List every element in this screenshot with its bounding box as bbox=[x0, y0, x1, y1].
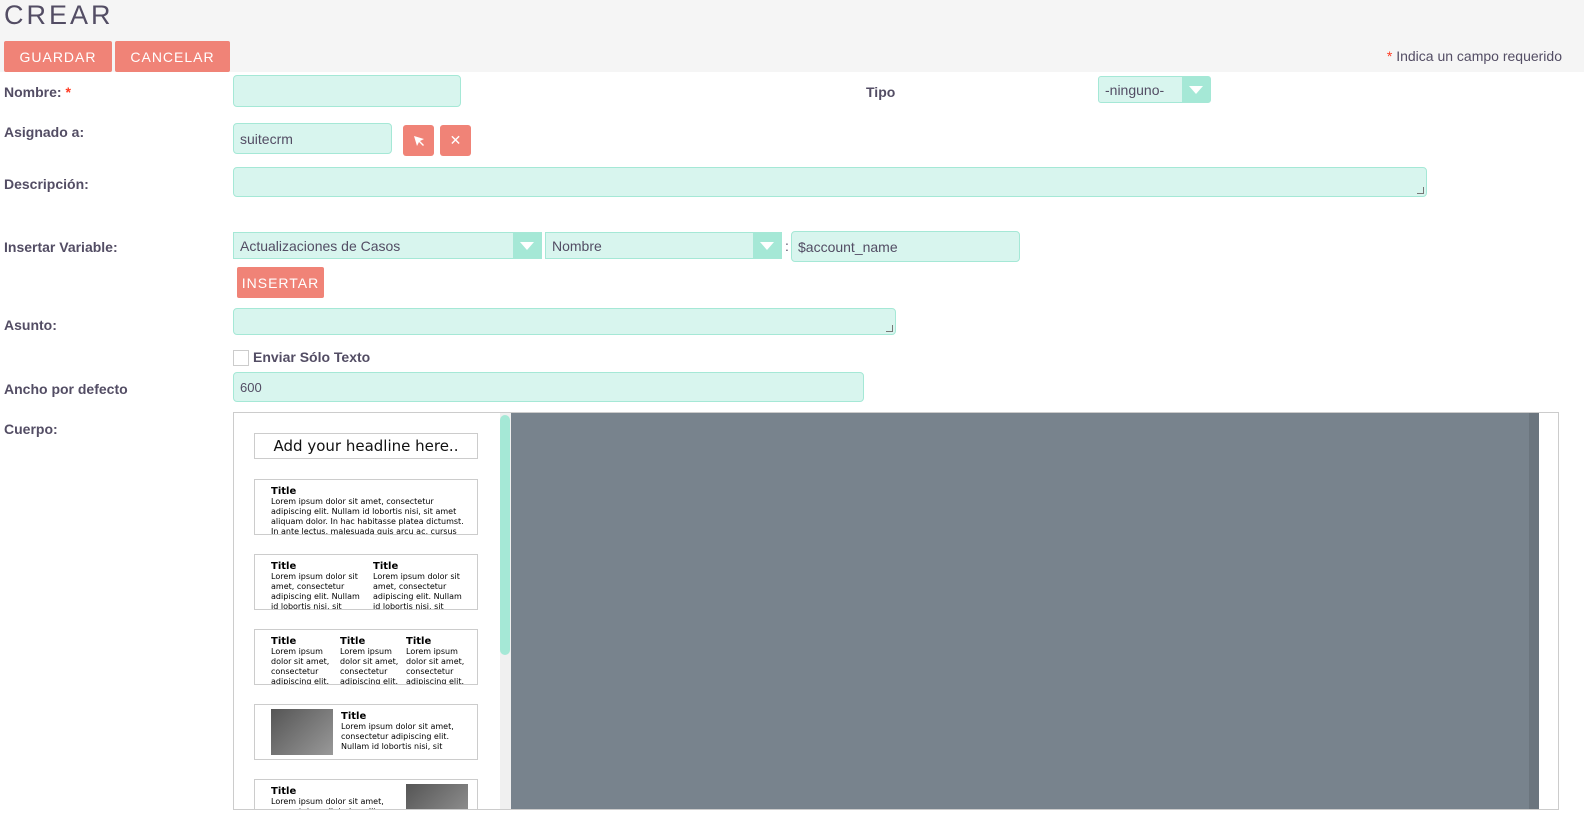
template-column: Title Lorem ipsum dolor sit amet, consec… bbox=[271, 486, 471, 535]
width-input[interactable]: 600 bbox=[233, 372, 864, 402]
template-two-columns[interactable]: Title Lorem ipsum dolor sit amet, consec… bbox=[254, 554, 478, 610]
subject-label: Asunto: bbox=[4, 317, 57, 333]
template-text: Lorem ipsum dolor sit amet, consectetur … bbox=[340, 647, 399, 685]
image-placeholder bbox=[406, 784, 468, 809]
text-only-checkbox[interactable] bbox=[233, 350, 249, 366]
name-required-star: * bbox=[65, 84, 71, 100]
subject-textarea[interactable] bbox=[233, 308, 896, 335]
insert-variable-label: Insertar Variable: bbox=[4, 239, 118, 255]
type-label: Tipo bbox=[866, 84, 896, 100]
template-title: Title bbox=[341, 711, 367, 722]
template-text: Lorem ipsum dolor sit amet, consectetur … bbox=[271, 572, 360, 610]
close-icon: ✕ bbox=[449, 132, 462, 148]
template-text: Lorem ipsum dolor sit amet, consectetur … bbox=[271, 497, 464, 535]
chevron-down-icon bbox=[513, 233, 541, 258]
required-note-text: Indica un campo requerido bbox=[1396, 48, 1562, 64]
module-select-value: Actualizaciones de Casos bbox=[240, 237, 401, 254]
template-title: Title bbox=[271, 786, 297, 797]
assigned-label: Asignado a: bbox=[4, 124, 85, 140]
image-placeholder bbox=[271, 709, 333, 755]
width-label: Ancho por defecto bbox=[4, 381, 128, 397]
chevron-down-icon bbox=[1182, 77, 1210, 102]
template-text: Lorem ipsum dolor sit amet, consectetur … bbox=[341, 722, 454, 751]
template-column: Title Lorem ipsum dolor sit amet, consec… bbox=[406, 636, 468, 685]
template-text: Lorem ipsum dolor sit amet, consectetur … bbox=[271, 647, 330, 685]
variable-input[interactable]: $account_name bbox=[791, 231, 1020, 262]
template-headline-text: Add your headline here.. bbox=[273, 437, 459, 455]
description-label: Descripción: bbox=[4, 176, 89, 192]
template-column: Title Lorem ipsum dolor sit amet, consec… bbox=[271, 636, 333, 685]
resize-handle-icon[interactable] bbox=[1417, 187, 1424, 194]
body-editor[interactable]: Add your headline here.. Title Lorem ips… bbox=[233, 412, 1559, 810]
template-text: Lorem ipsum dolor sit amet, consectetur … bbox=[373, 572, 462, 610]
assigned-input[interactable]: suitecrm bbox=[233, 123, 392, 154]
type-select[interactable]: -ninguno- bbox=[1098, 76, 1211, 103]
description-textarea[interactable] bbox=[233, 167, 1427, 197]
template-three-columns[interactable]: Title Lorem ipsum dolor sit amet, consec… bbox=[254, 629, 478, 685]
text-only-label: Enviar Sólo Texto bbox=[253, 349, 371, 365]
cancel-button[interactable]: CANCELAR bbox=[115, 41, 230, 72]
module-select[interactable]: Actualizaciones de Casos bbox=[233, 232, 542, 259]
template-title: Title bbox=[340, 636, 366, 647]
template-title: Title bbox=[406, 636, 432, 647]
template-text: Lorem ipsum dolor sit amet, consectetur … bbox=[406, 647, 465, 685]
cursor-arrow-icon bbox=[413, 135, 424, 146]
save-button[interactable]: GUARDAR bbox=[4, 41, 112, 72]
template-column: Title Lorem ipsum dolor sit amet, consec… bbox=[373, 561, 467, 610]
template-title: Title bbox=[271, 636, 297, 647]
template-sidebar[interactable]: Add your headline here.. Title Lorem ips… bbox=[234, 413, 499, 809]
template-image-text[interactable]: Title Lorem ipsum dolor sit amet, consec… bbox=[254, 704, 478, 760]
email-canvas[interactable] bbox=[511, 413, 1539, 809]
name-label-text: Nombre: bbox=[4, 84, 62, 100]
template-column: Title Lorem ipsum dolor sit amet, consec… bbox=[271, 561, 365, 610]
template-column: Title Lorem ipsum dolor sit amet, consec… bbox=[341, 711, 465, 752]
insert-button[interactable]: INSERTAR bbox=[237, 267, 324, 298]
template-column: Title Lorem ipsum dolor sit amet, consec… bbox=[271, 786, 395, 809]
page-title: CREAR bbox=[4, 0, 114, 30]
field-select[interactable]: Nombre bbox=[545, 232, 782, 259]
template-column: Title Lorem ipsum dolor sit amet, consec… bbox=[340, 636, 402, 685]
select-user-button[interactable] bbox=[403, 125, 434, 156]
template-title: Title bbox=[373, 561, 399, 572]
name-label: Nombre: * bbox=[4, 84, 71, 100]
chevron-down-icon bbox=[753, 233, 781, 258]
template-headline[interactable]: Add your headline here.. bbox=[254, 433, 478, 459]
clear-user-button[interactable]: ✕ bbox=[440, 125, 471, 156]
template-text-image[interactable]: Title Lorem ipsum dolor sit amet, consec… bbox=[254, 779, 478, 809]
name-input[interactable] bbox=[233, 75, 461, 107]
template-title: Title bbox=[271, 561, 297, 572]
body-label: Cuerpo: bbox=[4, 421, 58, 437]
required-star: * bbox=[1386, 48, 1393, 64]
template-text: Lorem ipsum dolor sit amet, consectetur … bbox=[271, 797, 384, 809]
type-select-value: -ninguno- bbox=[1105, 81, 1165, 98]
template-scrollbar-thumb[interactable] bbox=[500, 415, 510, 655]
template-text-block[interactable]: Title Lorem ipsum dolor sit amet, consec… bbox=[254, 479, 478, 535]
variable-colon: : bbox=[785, 238, 789, 254]
template-title: Title bbox=[271, 486, 297, 497]
resize-handle-icon[interactable] bbox=[886, 325, 893, 332]
required-note: * Indica un campo requerido bbox=[1387, 48, 1562, 64]
field-select-value: Nombre bbox=[552, 237, 602, 254]
canvas-scrollbar[interactable] bbox=[1529, 413, 1539, 809]
